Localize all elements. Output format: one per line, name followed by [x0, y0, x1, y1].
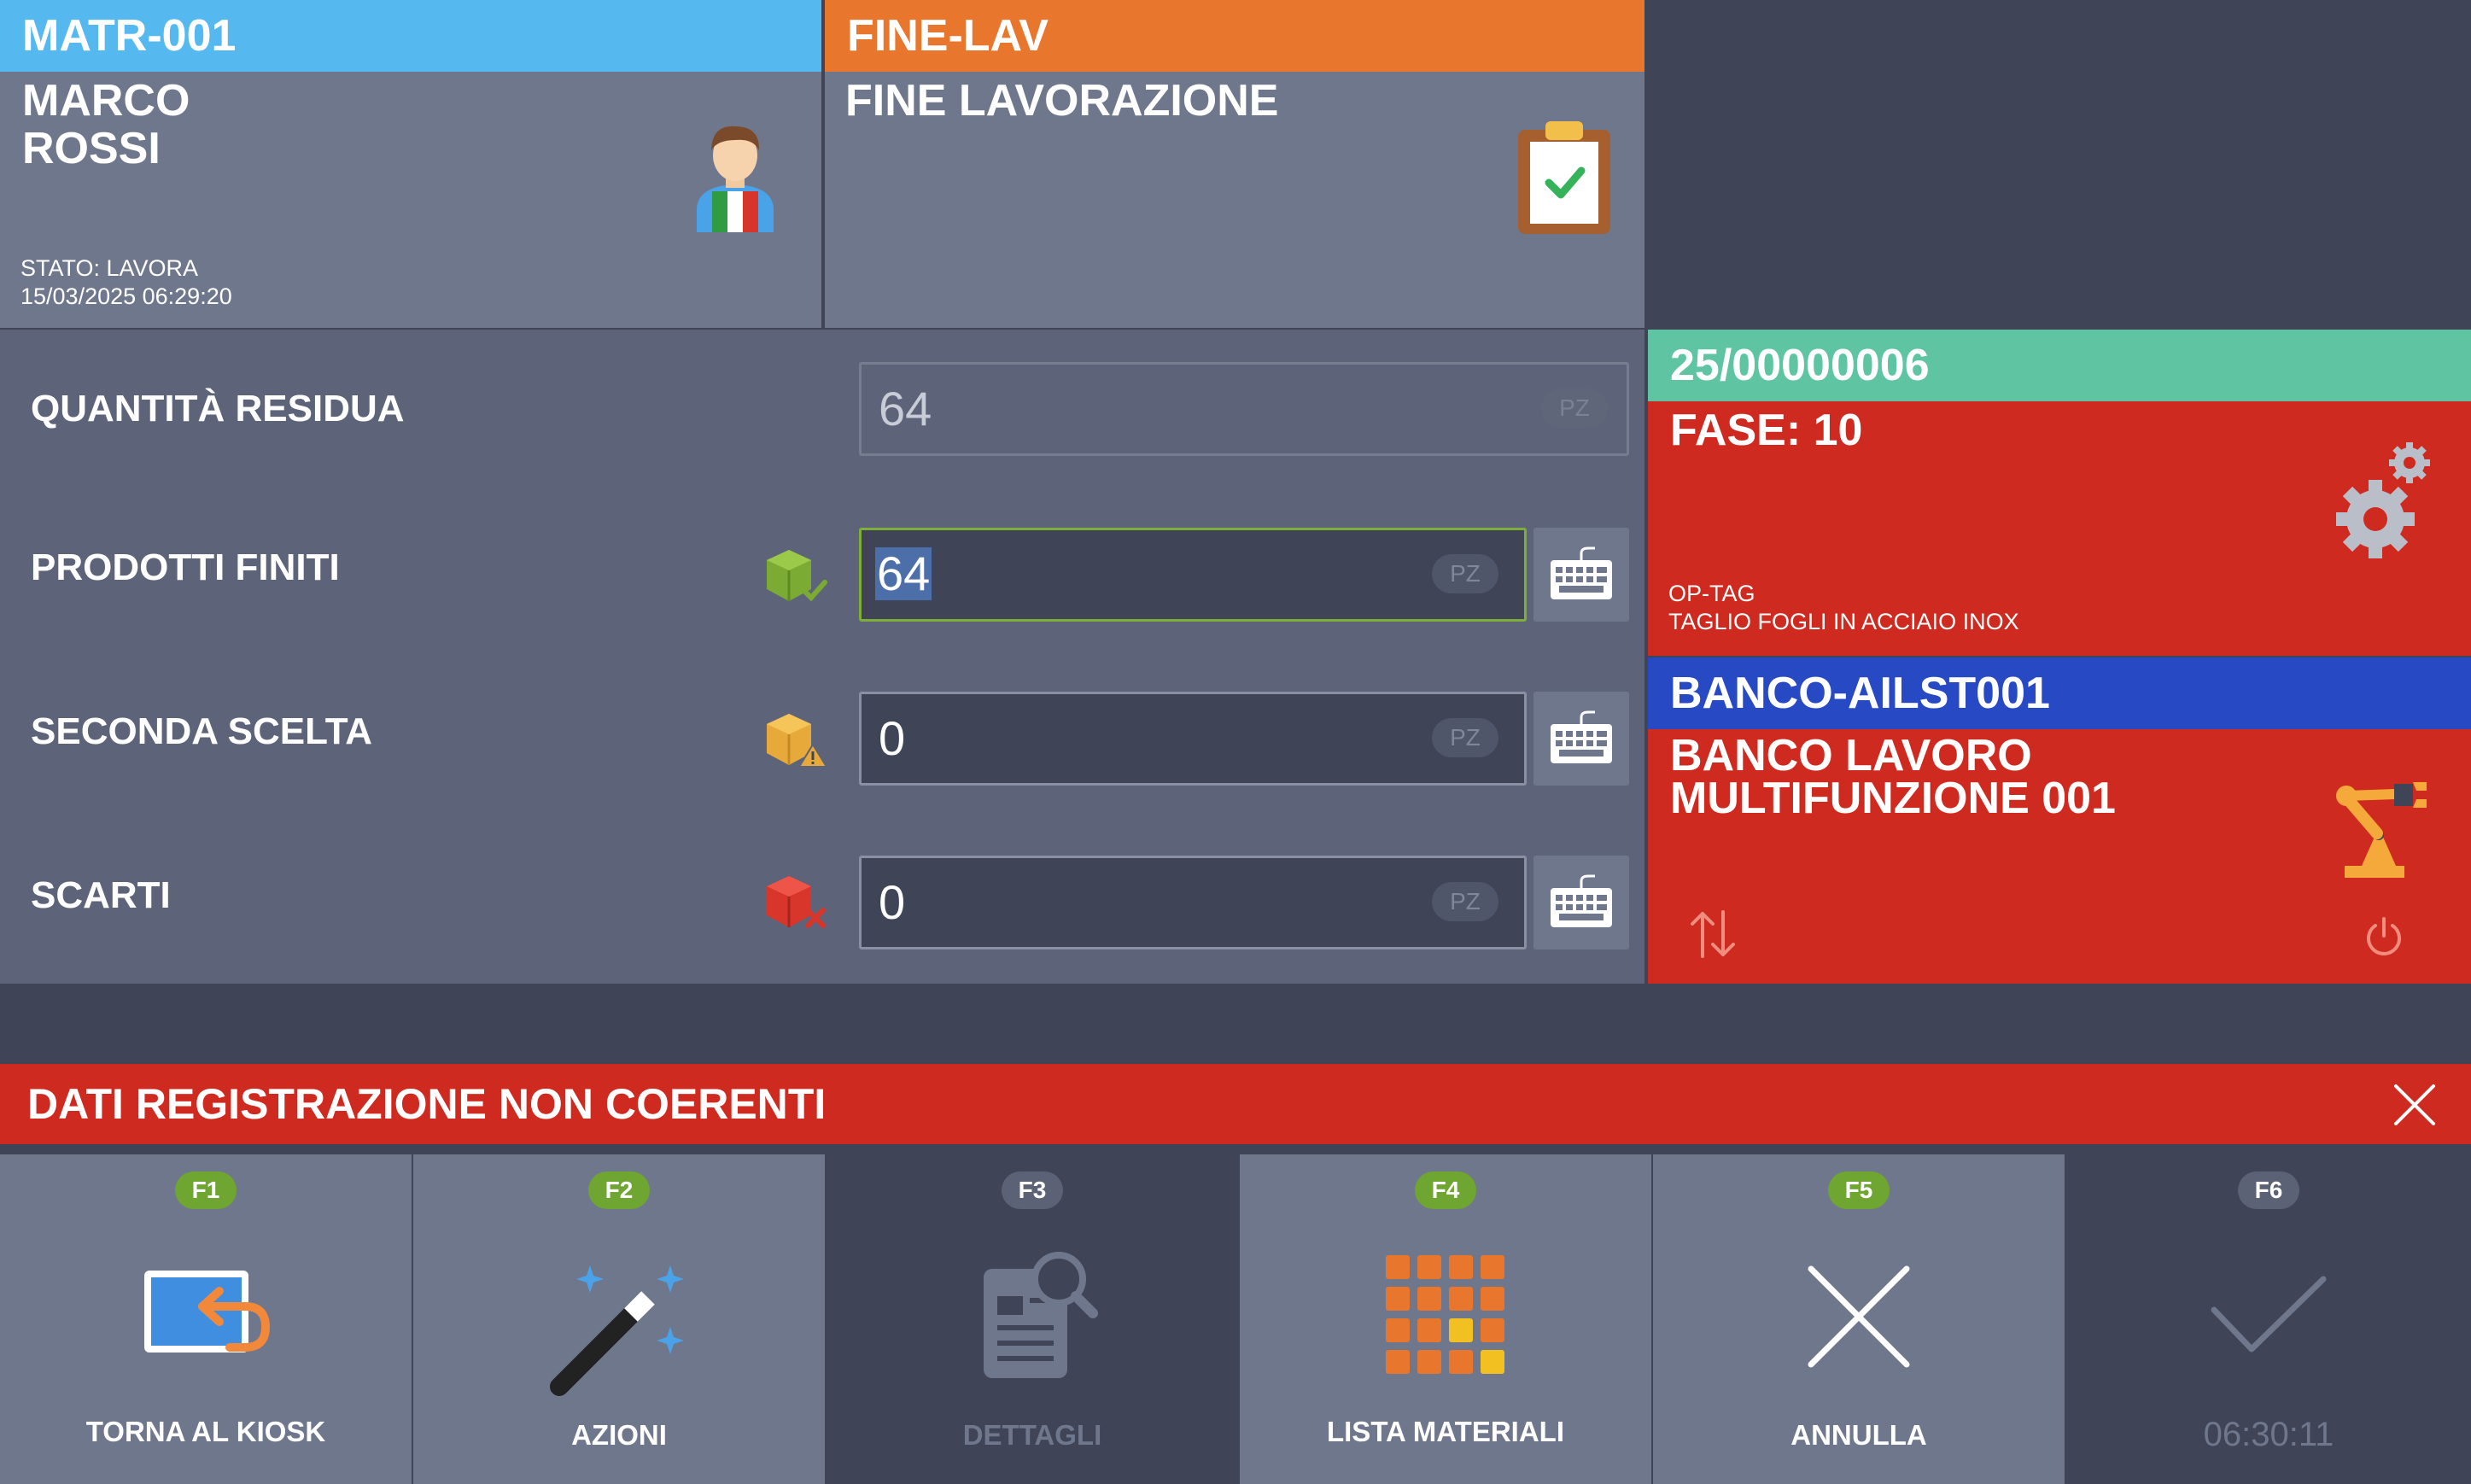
residual-quantity-value: 64 [879, 382, 932, 435]
unit-badge: PZ [1432, 554, 1498, 593]
scrap-value: 0 [879, 875, 906, 929]
finished-products-input[interactable]: 64 PZ [859, 528, 1527, 622]
residual-quantity-label: QUANTITÀ RESIDUA [31, 388, 405, 429]
operator-code: MATR-001 [0, 0, 821, 72]
f3-details-button[interactable]: F3 DETTAGLI [827, 1154, 1238, 1484]
magic-wand-icon [542, 1248, 696, 1406]
order-op-code: OP-TAG [1668, 581, 1755, 606]
f6-key-badge: F6 [2238, 1171, 2299, 1209]
workstation-card[interactable]: BANCO-AILST001 BANCO LAVORO MULTIFUNZION… [1648, 657, 2471, 984]
operator-card[interactable]: MATR-001 MARCO ROSSI STATO: LAVORA 15/03… [0, 0, 821, 328]
f4-materials-list-button[interactable]: F4 LISTA MATERIALI [1240, 1154, 1651, 1484]
unit-badge: PZ [1432, 882, 1498, 921]
operator-last-name: ROSSI [22, 124, 161, 173]
return-to-kiosk-icon [137, 1262, 274, 1369]
second-choice-label: SECONDA SCELTA [31, 710, 373, 752]
f1-back-to-kiosk-button[interactable]: F1 TORNA AL KIOSK [0, 1154, 412, 1484]
f2-actions-button[interactable]: F2 AZIONI [413, 1154, 825, 1484]
close-icon [2394, 1084, 2435, 1125]
workstation-code: BANCO-AILST001 [1648, 657, 2471, 729]
power-icon[interactable] [2363, 915, 2404, 962]
activity-description: FINE LAVORAZIONE [845, 76, 1279, 126]
f1-label: TORNA AL KIOSK [85, 1416, 326, 1447]
keyboard-icon [1551, 874, 1612, 927]
gears-icon [2331, 437, 2433, 570]
operator-avatar-icon [688, 116, 782, 237]
unit-badge: PZ [1541, 389, 1608, 428]
keyboard-button-finished[interactable] [1533, 528, 1629, 622]
scrap-input[interactable]: 0 PZ [859, 856, 1527, 949]
f3-key-badge: F3 [1002, 1171, 1063, 1209]
quantity-form: QUANTITÀ RESIDUA 64 PZ PRODOTTI FINITI 6… [0, 330, 1644, 984]
f4-label: LISTA MATERIALI [1326, 1416, 1565, 1447]
workstation-line2: MULTIFUNZIONE 001 [1670, 774, 2116, 823]
workstation-line1: BANCO LAVORO [1670, 731, 2032, 780]
f3-label: DETTAGLI [962, 1419, 1102, 1451]
box-check-icon [763, 546, 830, 611]
f6-timer-label: 06:30:11 [2203, 1416, 2334, 1453]
f2-key-badge: F2 [588, 1171, 650, 1209]
finished-products-value: 64 [875, 546, 932, 600]
order-card[interactable]: 25/00000006 FASE: 10 OP-TAG TAGLIO FOGLI… [1648, 330, 2471, 656]
order-phase: FASE: 10 [1670, 406, 1863, 455]
f6-confirm-button[interactable]: F6 06:30:11 [2066, 1154, 2471, 1484]
box-x-icon [763, 873, 830, 937]
close-alert-button[interactable] [2391, 1081, 2439, 1129]
second-choice-value: 0 [879, 711, 906, 765]
operator-timestamp: 15/03/2025 06:29:20 [20, 283, 232, 309]
scrap-label: SCARTI [31, 874, 171, 916]
keyboard-icon [1551, 546, 1612, 599]
unit-badge: PZ [1432, 718, 1498, 757]
alert-bar: DATI REGISTRAZIONE NON COERENTI [0, 1064, 2471, 1144]
operator-status: STATO: LAVORA [20, 255, 199, 281]
keyboard-button-second-choice[interactable] [1533, 692, 1629, 786]
alert-message: DATI REGISTRAZIONE NON COERENTI [27, 1080, 827, 1128]
document-search-icon [960, 1243, 1105, 1401]
activity-code: FINE-LAV [825, 0, 1644, 72]
finished-products-label: PRODOTTI FINITI [31, 546, 340, 588]
order-op-description: TAGLIO FOGLI IN ACCIAIO INOX [1668, 609, 2019, 634]
activity-card[interactable]: FINE-LAV FINE LAVORAZIONE [825, 0, 1644, 328]
f5-label: ANNULLA [1790, 1419, 1927, 1451]
confirm-check-icon [2209, 1274, 2328, 1364]
robot-arm-icon [2328, 772, 2430, 887]
keyboard-icon [1551, 710, 1612, 763]
f4-key-badge: F4 [1415, 1171, 1476, 1209]
f5-cancel-button[interactable]: F5 ANNULLA [1653, 1154, 2065, 1484]
second-choice-input[interactable]: 0 PZ [859, 692, 1527, 786]
swap-arrows-icon[interactable] [1689, 909, 1737, 964]
operator-first-name: MARCO [22, 76, 190, 126]
f5-key-badge: F5 [1828, 1171, 1890, 1209]
clipboard-check-icon [1513, 116, 1615, 240]
f2-label: AZIONI [571, 1419, 667, 1451]
order-number: 25/00000006 [1648, 330, 2471, 401]
f1-key-badge: F1 [175, 1171, 237, 1209]
keyboard-button-scrap[interactable] [1533, 856, 1629, 949]
box-warning-icon [763, 710, 830, 774]
grid-materials-icon [1386, 1255, 1505, 1379]
cancel-x-icon [1806, 1264, 1912, 1374]
residual-quantity-field: 64 PZ [859, 362, 1629, 456]
